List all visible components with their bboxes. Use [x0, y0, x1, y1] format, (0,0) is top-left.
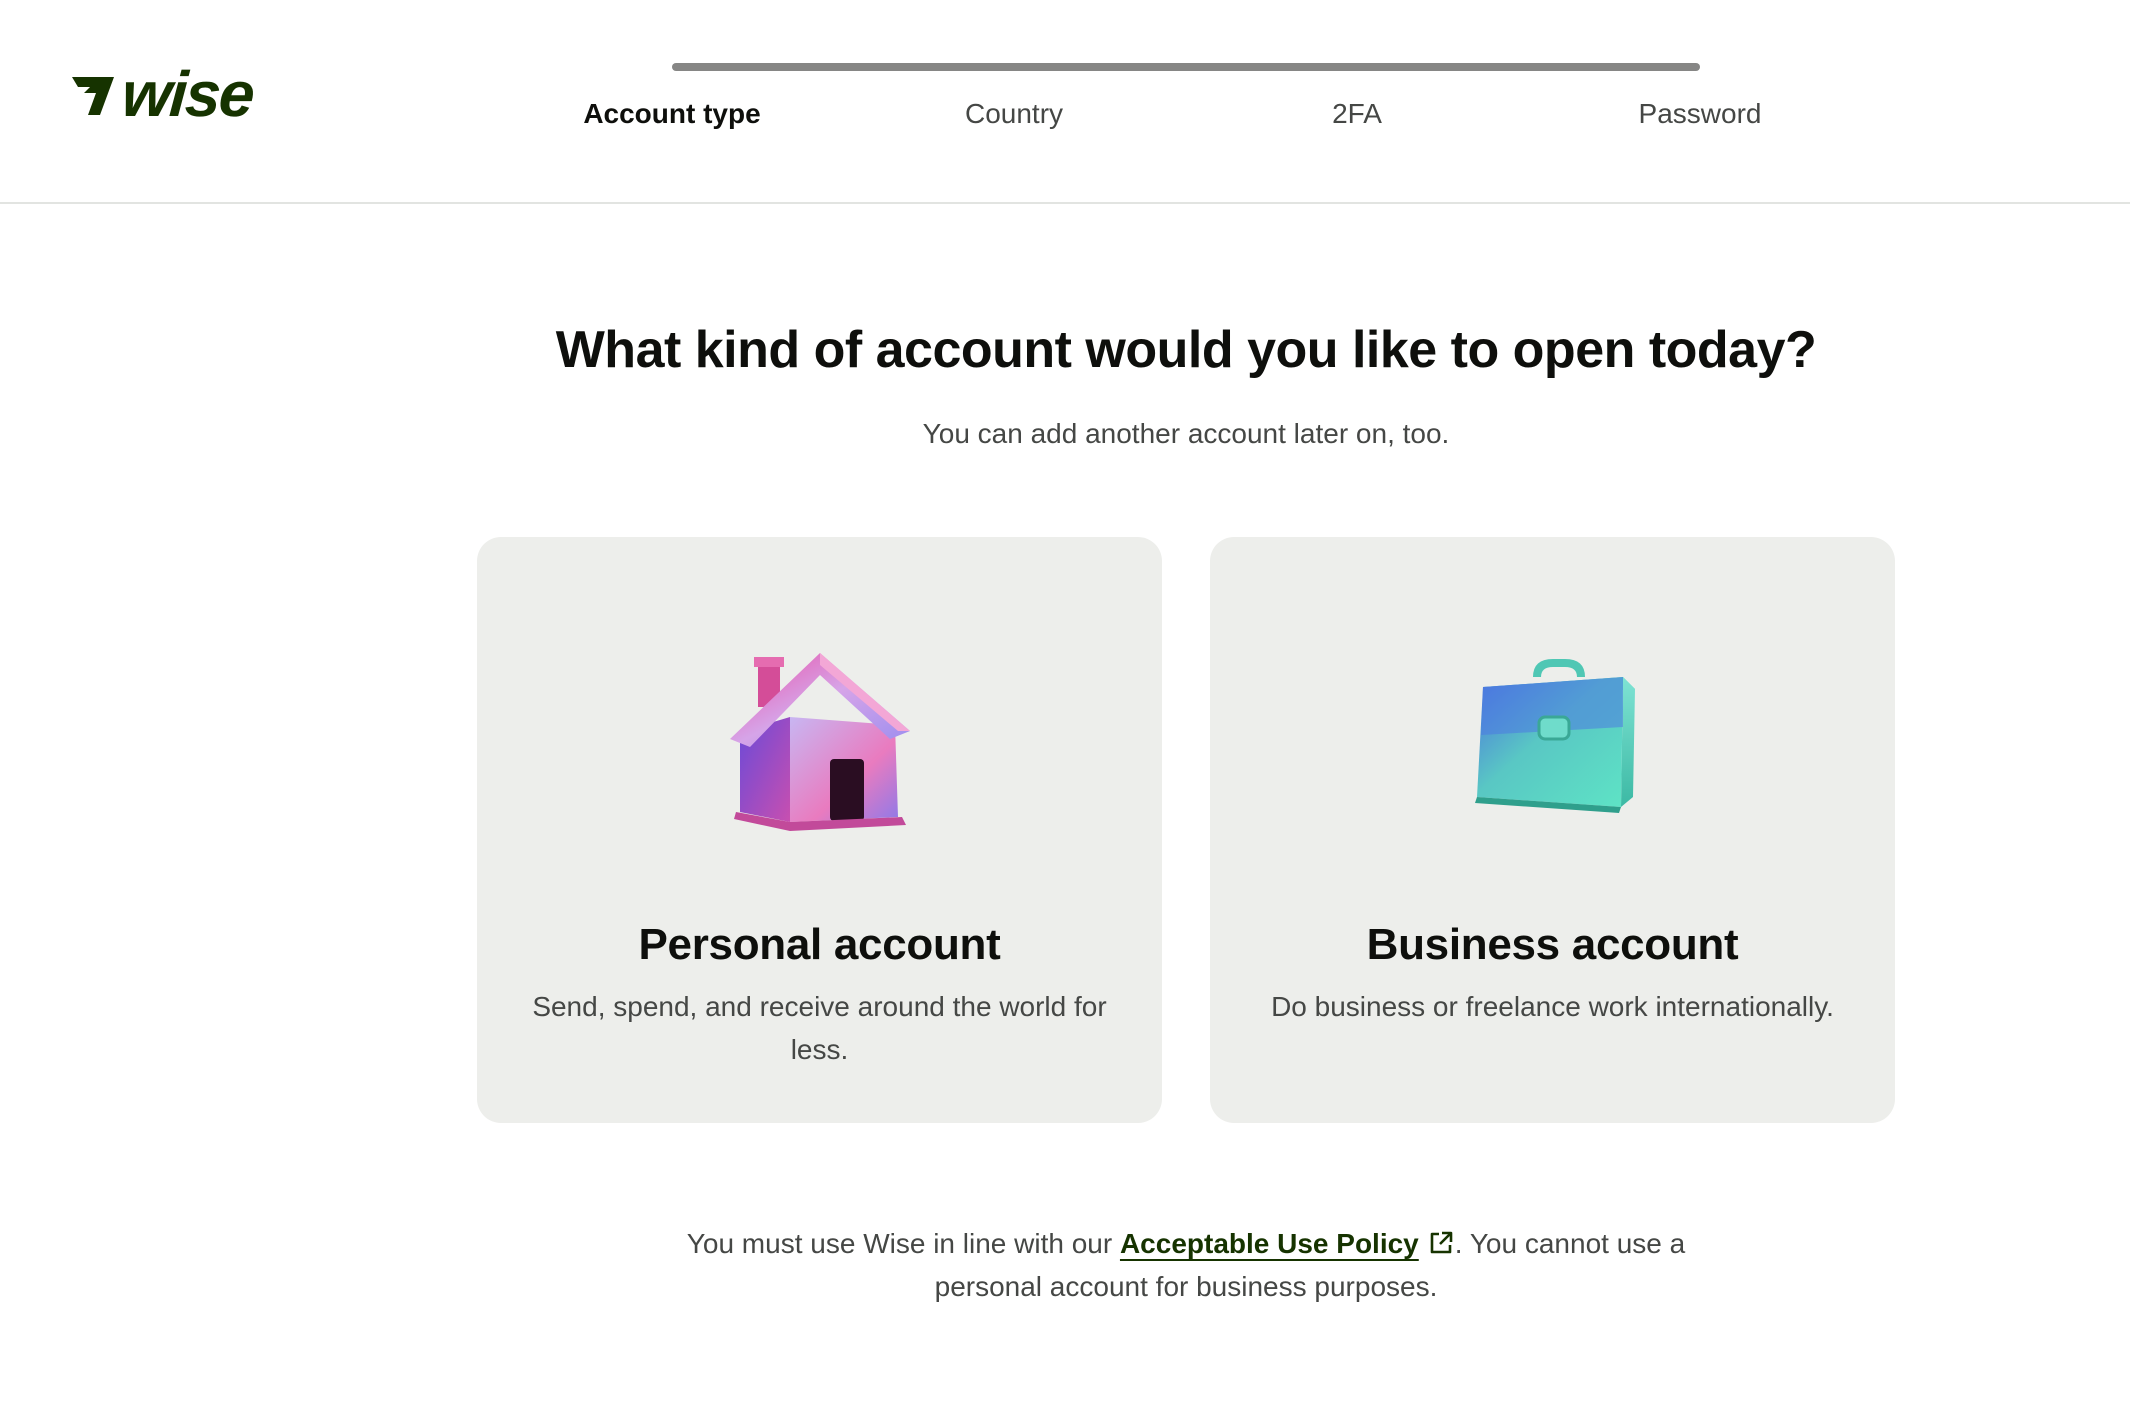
business-account-card[interactable]: Business account Do business or freelanc…: [1210, 537, 1895, 1123]
policy-notice: You must use Wise in line with our Accep…: [660, 1222, 1712, 1308]
step-country: Country: [964, 98, 1064, 129]
step-password: Password: [1638, 98, 1762, 129]
business-account-description: Do business or freelance work internatio…: [1271, 991, 1834, 1022]
step-2fa: 2FA: [1332, 98, 1382, 129]
signup-steps: Account type Country 2FA Password: [0, 94, 2130, 134]
top-header: wise Account type Country 2FA Password: [0, 0, 2130, 204]
step-account-type: Account type: [583, 98, 761, 129]
personal-account-title: Personal account: [638, 920, 1001, 969]
page-title: What kind of account would you like to o…: [555, 321, 1817, 379]
personal-account-description: Send, spend, and receive around the worl…: [532, 991, 1107, 1065]
policy-prefix: You must use Wise in line with our: [686, 1228, 1120, 1259]
briefcase-icon: [1474, 659, 1635, 813]
house-icon: [729, 653, 910, 831]
signup-progress-bar: [672, 63, 1700, 71]
acceptable-use-policy-label: Acceptable Use Policy: [1119, 1228, 1419, 1259]
page-subtitle: You can add another account later on, to…: [922, 418, 1450, 449]
business-account-title: Business account: [1366, 920, 1739, 969]
acceptable-use-policy-link[interactable]: Acceptable Use Policy: [1120, 1228, 1455, 1259]
external-link-icon: [1430, 1231, 1453, 1254]
personal-account-card[interactable]: Personal account Send, spend, and receiv…: [477, 537, 1162, 1123]
